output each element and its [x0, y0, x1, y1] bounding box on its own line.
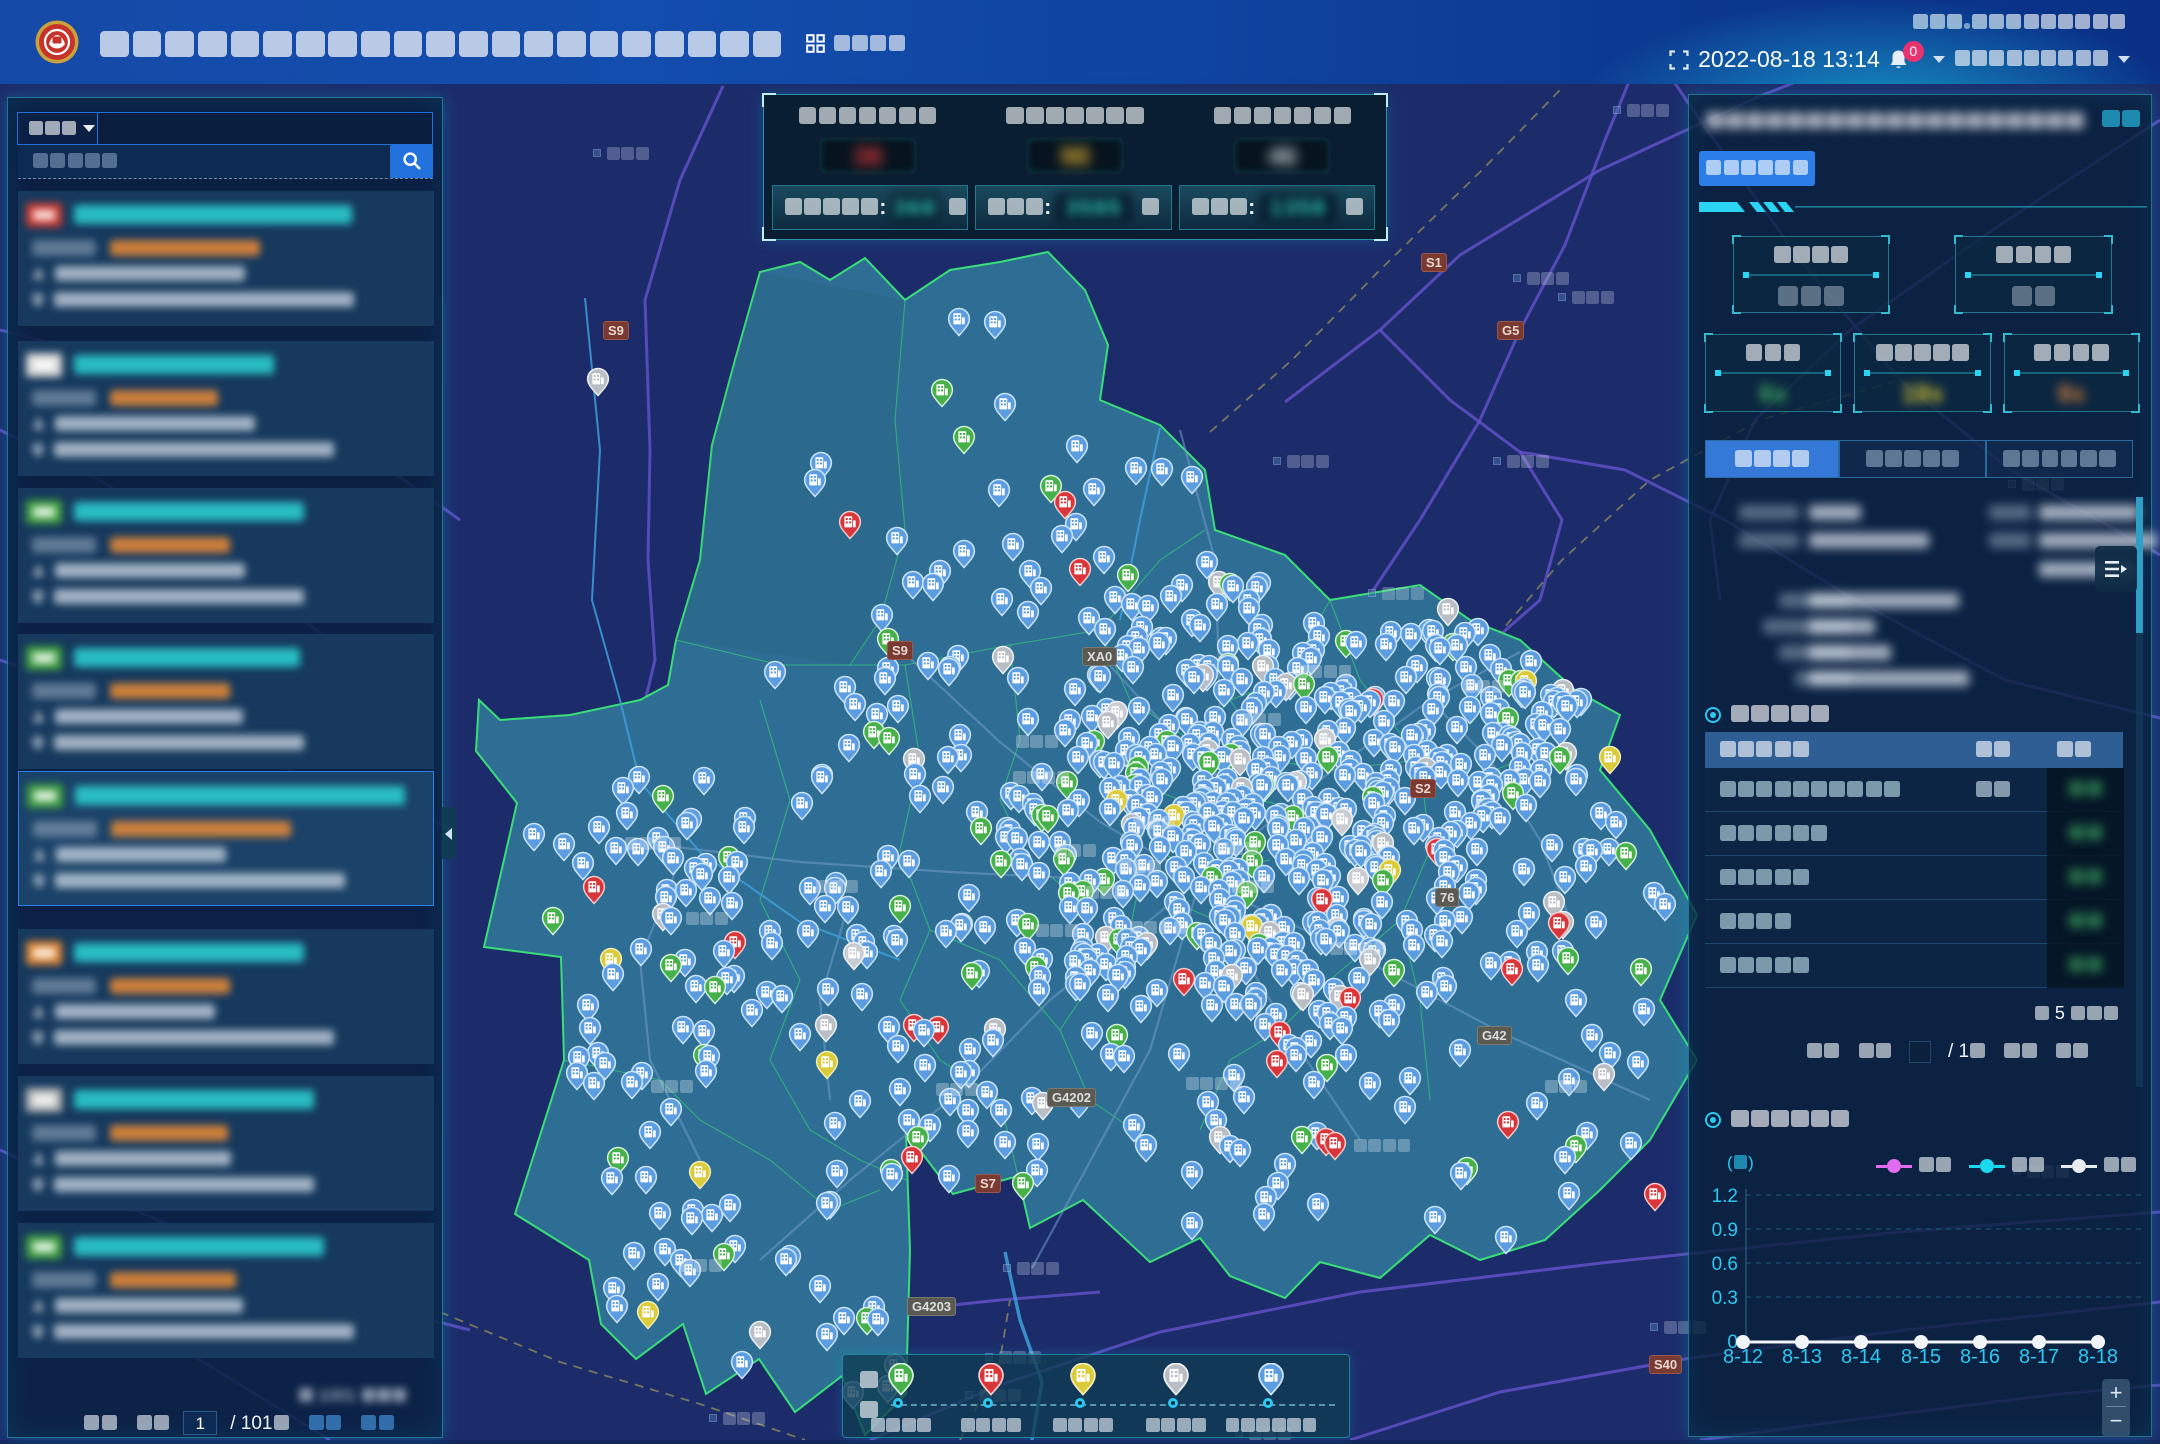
svg-text:8-15: 8-15 — [1901, 1346, 1941, 1368]
svg-text:8-13: 8-13 — [1782, 1346, 1822, 1368]
svg-text:0.6: 0.6 — [1712, 1254, 1738, 1275]
svg-text:1.2: 1.2 — [1712, 1186, 1738, 1207]
svg-text:8-12: 8-12 — [1723, 1346, 1763, 1368]
svg-text:8-14: 8-14 — [1841, 1346, 1881, 1368]
svg-text:0.9: 0.9 — [1712, 1220, 1738, 1241]
svg-text:8-16: 8-16 — [1960, 1346, 2000, 1368]
svg-text:8-18: 8-18 — [2078, 1346, 2118, 1368]
svg-text:0.3: 0.3 — [1712, 1288, 1738, 1309]
svg-text:8-17: 8-17 — [2019, 1346, 2059, 1368]
